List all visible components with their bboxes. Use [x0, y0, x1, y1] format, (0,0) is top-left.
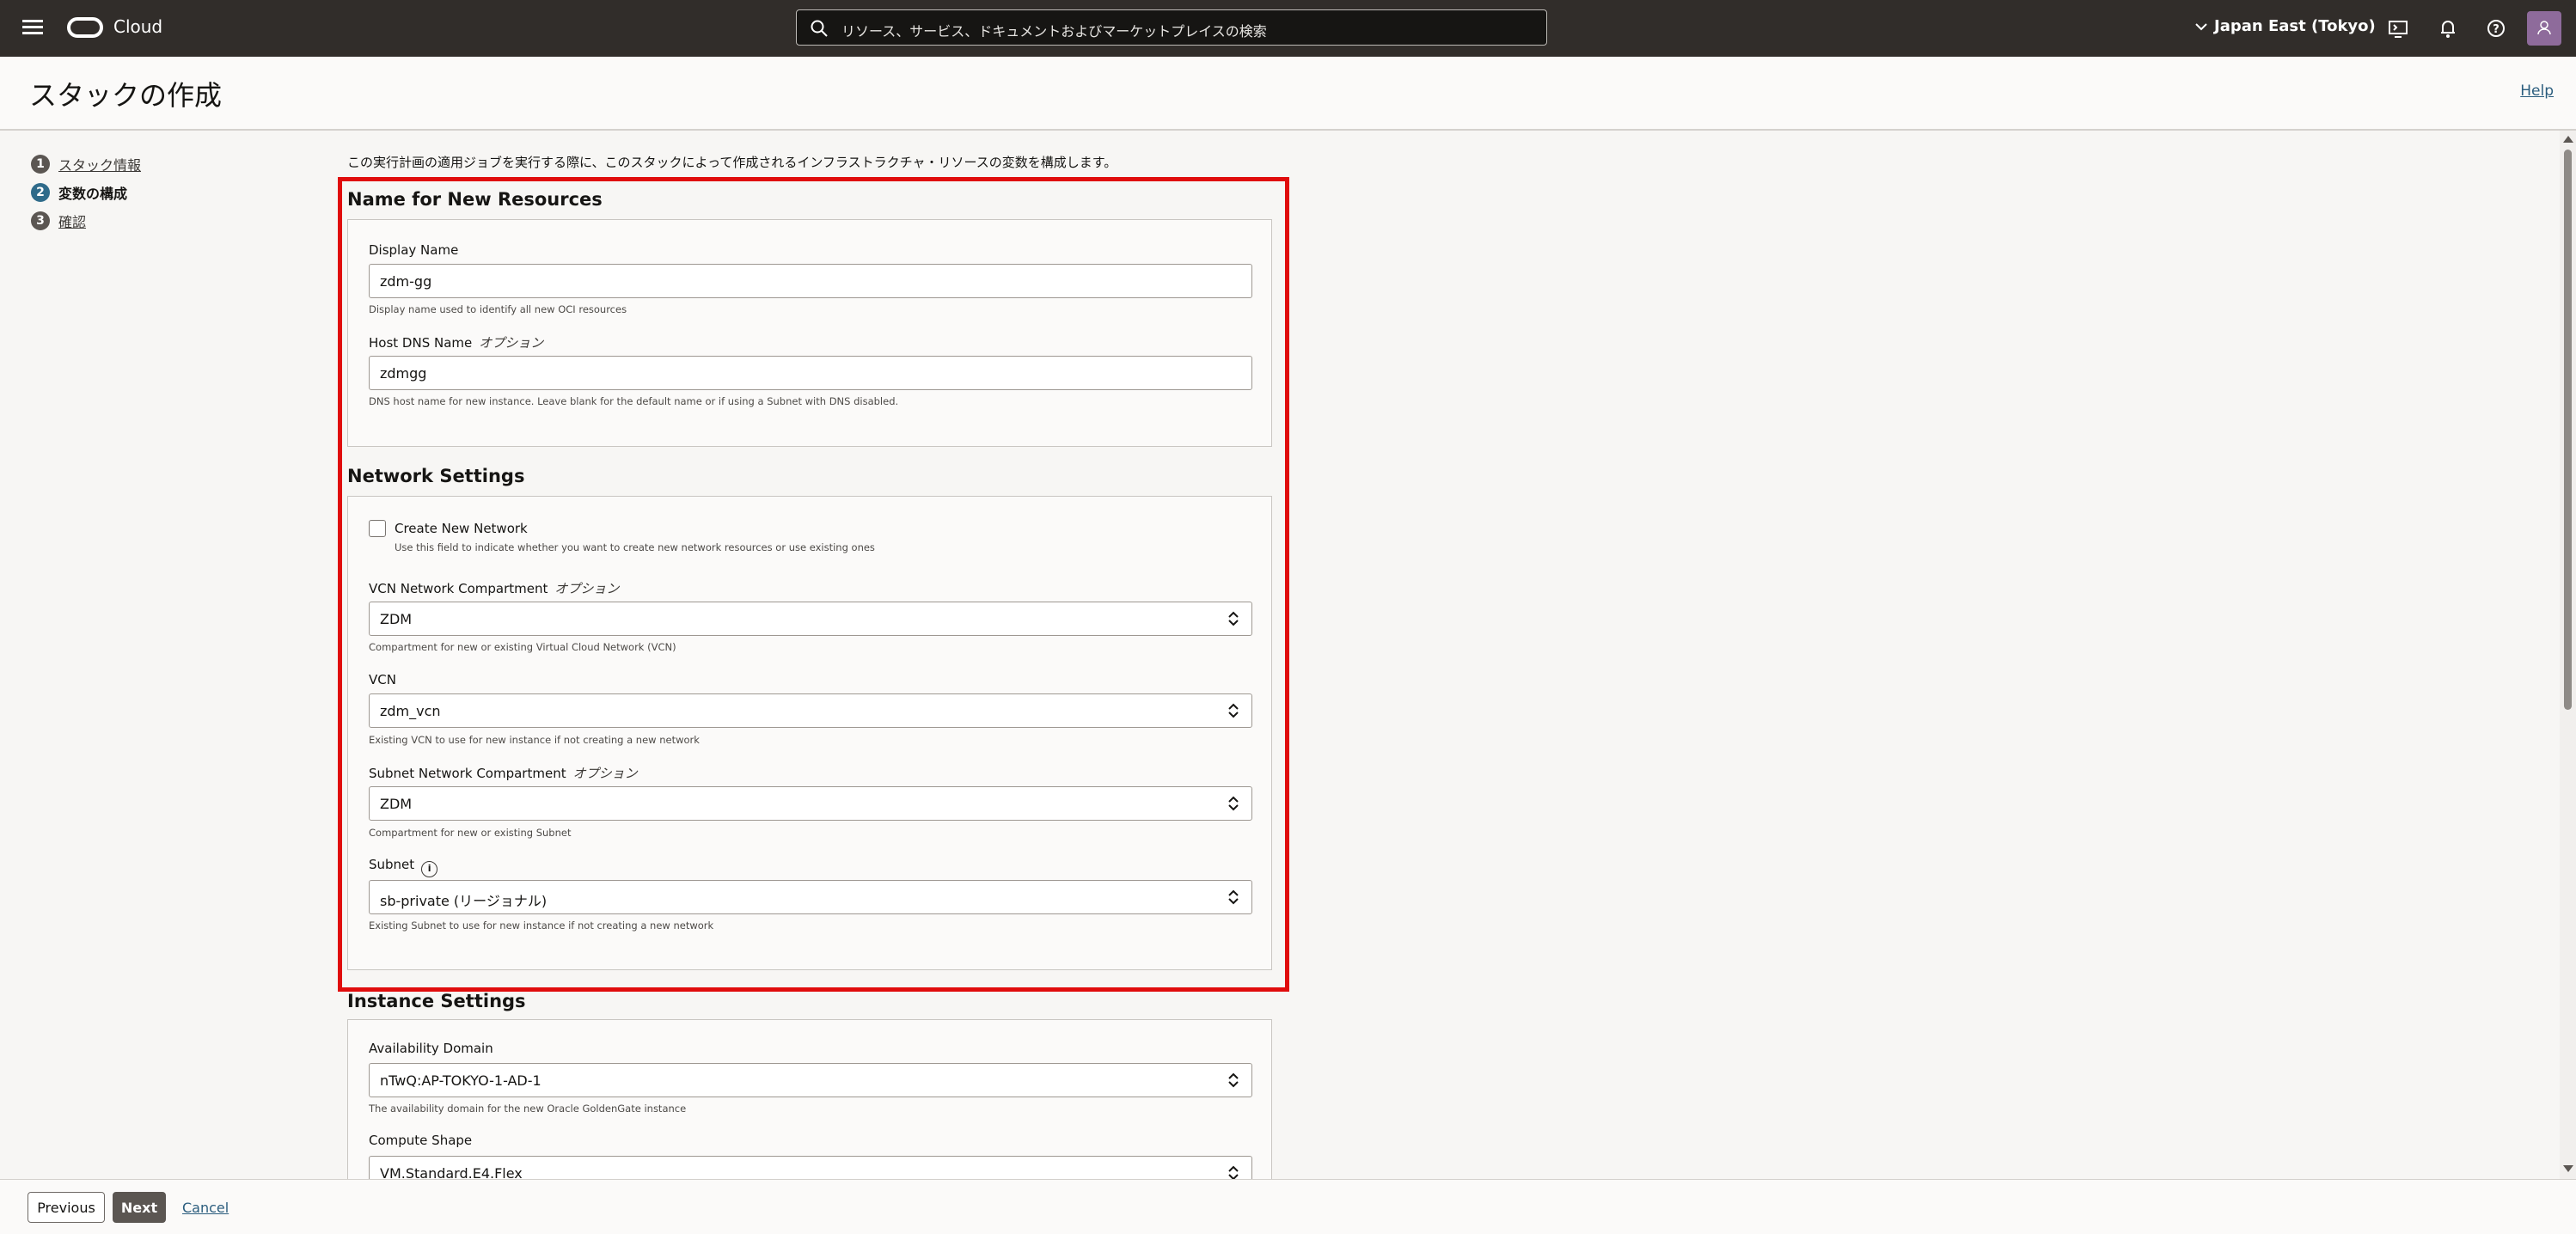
previous-button[interactable]: Previous [28, 1192, 105, 1223]
search-input[interactable]: リソース、サービス、ドキュメントおよびマーケットプレイスの検索 [796, 9, 1547, 46]
availability-domain-hint: The availability domain for the new Orac… [369, 1103, 687, 1115]
step-label: 変数の構成 [58, 185, 128, 202]
step-label[interactable]: 確認 [58, 211, 86, 231]
subnet-label: Subnet i [369, 857, 438, 877]
subnet-compartment-hint: Compartment for new or existing Subnet [369, 827, 572, 839]
help-icon[interactable]: ? [2484, 16, 2508, 40]
vcn-compartment-label: VCN Network Compartment オプション [369, 581, 620, 596]
updown-chevron-icon [1228, 796, 1239, 811]
select-value: ZDM [380, 611, 413, 627]
page-title: スタックの作成 [29, 79, 223, 112]
page-header: スタックの作成 Help [0, 57, 2576, 131]
cancel-link[interactable]: Cancel [182, 1200, 229, 1216]
vcn-label: VCN [369, 672, 396, 687]
brand-name[interactable]: Cloud [113, 16, 162, 37]
updown-chevron-icon [1228, 611, 1239, 626]
availability-domain-label: Availability Domain [369, 1041, 493, 1056]
menu-icon[interactable] [22, 17, 43, 38]
subnet-compartment-select[interactable]: ZDM [369, 786, 1252, 821]
region-selector[interactable]: Japan East (Tokyo) [2192, 17, 2376, 35]
step-number: 1 [31, 154, 50, 174]
cloud-shell-icon[interactable] [2386, 16, 2410, 40]
section-title-names: Name for New Resources [347, 189, 603, 210]
subnet-compartment-label: Subnet Network Compartment オプション [369, 766, 638, 781]
panel-names: Display Name zdm-gg Display name used to… [347, 219, 1272, 447]
display-name-label: Display Name [369, 242, 459, 258]
updown-chevron-icon [1228, 703, 1239, 718]
host-dns-input[interactable]: zdmgg [369, 356, 1252, 390]
vcn-compartment-hint: Compartment for new or existing Virtual … [369, 641, 676, 653]
step-label[interactable]: スタック情報 [58, 154, 141, 174]
oracle-logo[interactable] [67, 17, 103, 38]
wizard-steps: 1 スタック情報 2 変数の構成 3 確認 [31, 150, 141, 235]
optional-tag: オプション [479, 335, 544, 351]
host-dns-hint: DNS host name for new instance. Leave bl… [369, 395, 899, 407]
display-name-input[interactable]: zdm-gg [369, 264, 1252, 298]
panel-network: Create New Network Use this field to ind… [347, 496, 1272, 970]
wizard-footer: Previous Next Cancel [0, 1179, 2576, 1234]
create-network-hint: Use this field to indicate whether you w… [395, 541, 875, 553]
select-value: sb-private (リージョナル) [380, 893, 548, 909]
info-icon[interactable]: i [421, 861, 438, 877]
select-value: nTwQ:AP-TOKYO-1-AD-1 [380, 1072, 542, 1089]
vcn-select[interactable]: zdm_vcn [369, 693, 1252, 728]
step-stack-info[interactable]: 1 スタック情報 [31, 150, 141, 178]
section-title-network: Network Settings [347, 466, 525, 486]
intro-text: この実行計画の適用ジョブを実行する際に、このスタックによって作成されるインフラス… [347, 155, 1117, 170]
user-icon [2537, 21, 2551, 35]
subnet-select[interactable]: sb-private (リージョナル) [369, 880, 1252, 914]
region-label: Japan East (Tokyo) [2214, 17, 2376, 35]
step-number: 2 [31, 182, 50, 202]
updown-chevron-icon [1228, 1072, 1239, 1088]
scroll-up-icon[interactable] [2562, 134, 2574, 144]
display-name-hint: Display name used to identify all new OC… [369, 303, 627, 315]
select-value: zdm_vcn [380, 703, 441, 719]
optional-tag: オプション [572, 766, 638, 781]
chevron-down-icon [2195, 23, 2207, 31]
user-avatar[interactable] [2527, 11, 2561, 46]
scroll-down-icon[interactable] [2562, 1164, 2574, 1174]
step-review[interactable]: 3 確認 [31, 206, 141, 235]
step-configure-variables[interactable]: 2 変数の構成 [31, 178, 141, 206]
svg-text:?: ? [2493, 23, 2500, 36]
create-network-checkbox[interactable] [369, 520, 386, 537]
availability-domain-select[interactable]: nTwQ:AP-TOKYO-1-AD-1 [369, 1063, 1252, 1097]
select-value: ZDM [380, 796, 413, 812]
bell-icon[interactable] [2436, 16, 2460, 40]
updown-chevron-icon [1228, 889, 1239, 905]
section-title-instance: Instance Settings [347, 991, 526, 1011]
compute-shape-label: Compute Shape [369, 1133, 473, 1148]
step-number: 3 [31, 211, 50, 230]
create-network-label[interactable]: Create New Network [395, 521, 528, 536]
search-placeholder: リソース、サービス、ドキュメントおよびマーケットプレイスの検索 [841, 23, 1267, 40]
optional-tag: オプション [554, 581, 620, 596]
scrollbar-thumb[interactable] [2564, 150, 2572, 710]
subnet-hint: Existing Subnet to use for new instance … [369, 919, 714, 932]
vcn-hint: Existing VCN to use for new instance if … [369, 734, 700, 746]
help-link[interactable]: Help [2520, 82, 2554, 100]
top-navigation-bar: Cloud リソース、サービス、ドキュメントおよびマーケットプレイスの検索 Ja… [0, 0, 2576, 57]
vcn-compartment-select[interactable]: ZDM [369, 602, 1252, 636]
search-icon [811, 20, 828, 37]
next-button[interactable]: Next [113, 1192, 166, 1223]
host-dns-label: Host DNS Name オプション [369, 335, 544, 351]
